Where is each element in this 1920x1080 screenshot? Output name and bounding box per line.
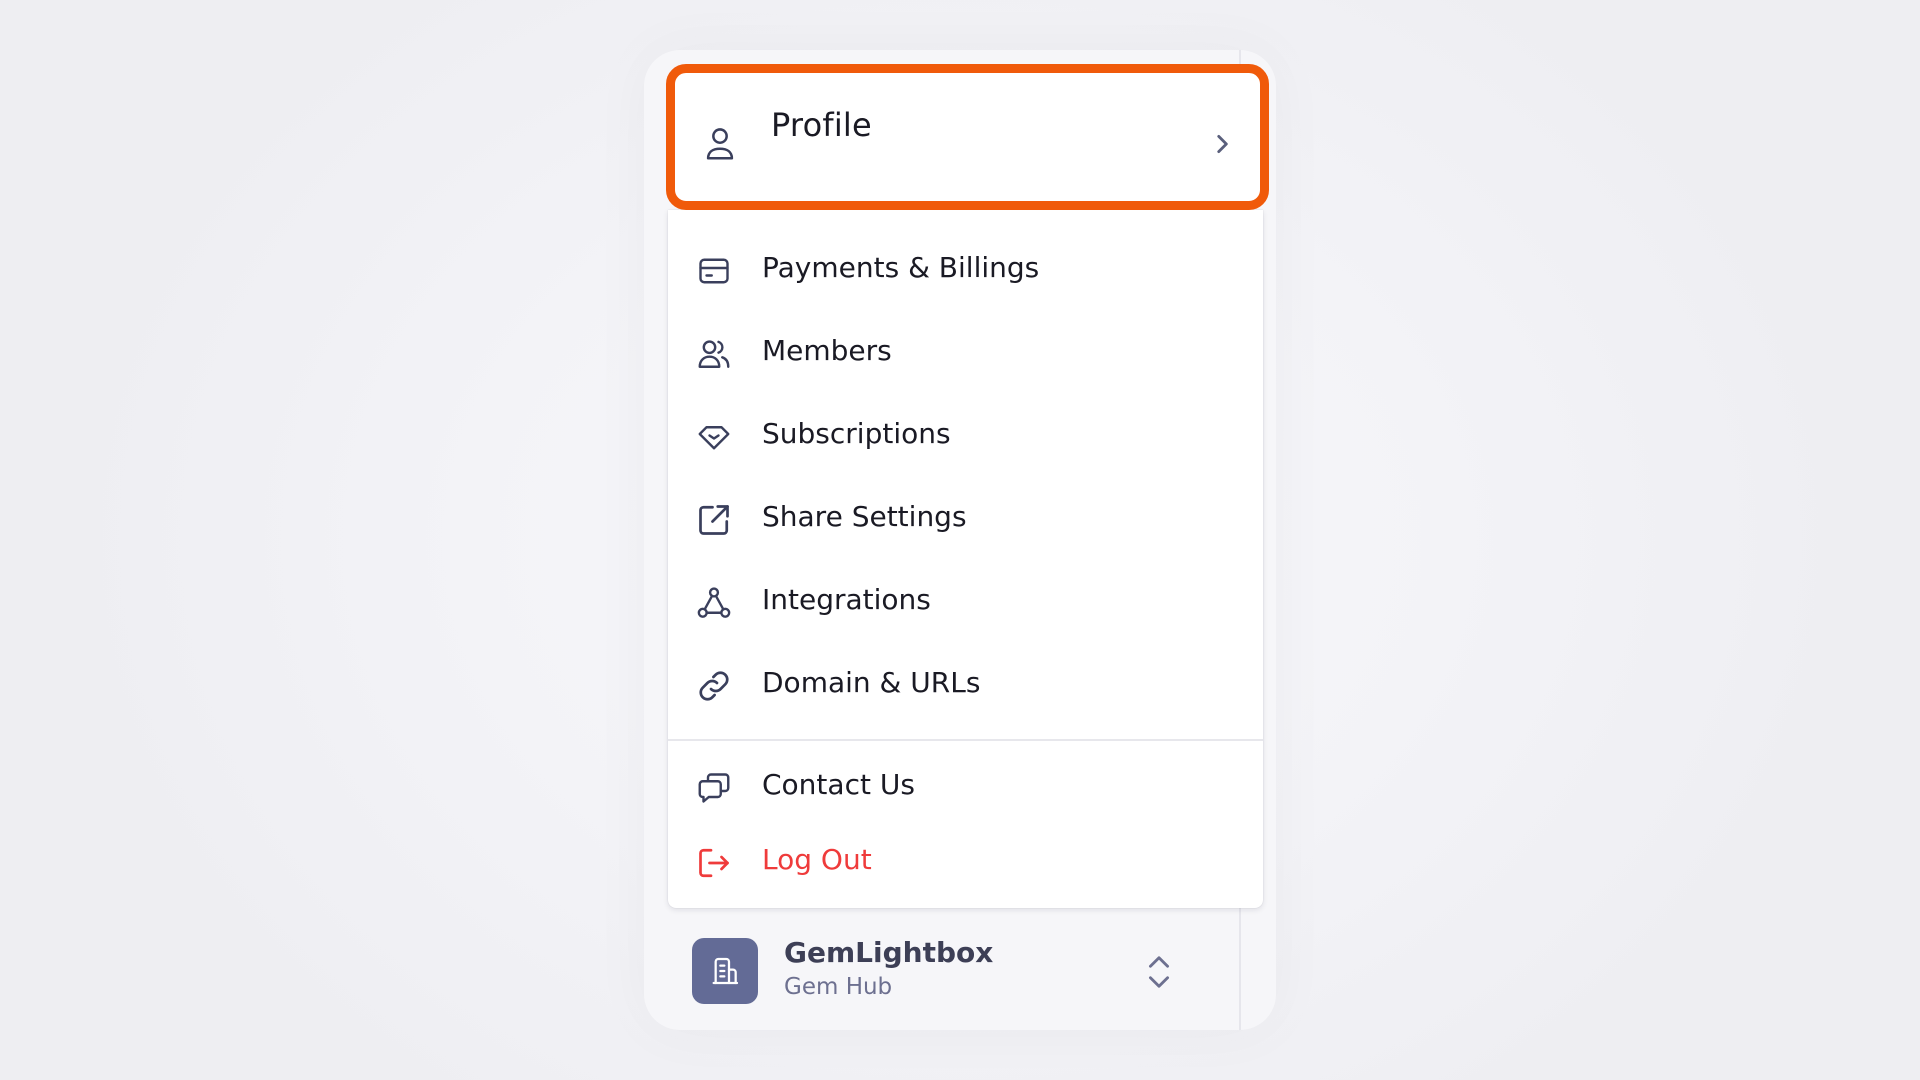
external-link-icon xyxy=(699,505,729,535)
menu-item-label: Subscriptions xyxy=(762,417,951,450)
profile-label: Profile xyxy=(771,106,872,144)
menu-item-label: Domain & URLs xyxy=(762,666,981,699)
workspace-avatar xyxy=(692,938,758,1004)
menu-item-label: Members xyxy=(762,334,892,367)
menu-item-label: Integrations xyxy=(762,583,931,616)
menu-item-contact-us[interactable]: Contact Us xyxy=(668,752,1263,822)
chevron-up-down-icon[interactable] xyxy=(1144,952,1174,992)
integration-nodes-icon xyxy=(697,587,731,618)
menu-item-domain-urls[interactable]: Domain & URLs xyxy=(668,650,1263,720)
logout-icon xyxy=(699,848,729,878)
menu-item-integrations[interactable]: Integrations xyxy=(668,567,1263,637)
menu-item-payments-billings[interactable]: Payments & Billings xyxy=(668,235,1263,305)
menu-item-share-settings[interactable]: Share Settings xyxy=(668,484,1263,554)
chevron-right-icon xyxy=(1217,135,1228,153)
menu-item-label: Share Settings xyxy=(762,500,967,533)
menu-item-label: Payments & Billings xyxy=(762,251,1040,284)
workspace-switcher[interactable]: GemLightbox Gem Hub xyxy=(668,930,1263,1020)
settings-menu: Payments & Billings Members Subscription… xyxy=(668,210,1263,908)
menu-item-log-out[interactable]: Log Out xyxy=(668,827,1263,897)
link-icon xyxy=(699,671,729,701)
screen-background: Payments & Billings Members Subscription… xyxy=(0,0,1920,1080)
menu-item-members[interactable]: Members xyxy=(668,318,1263,388)
building-icon xyxy=(712,957,739,985)
menu-item-label: Contact Us xyxy=(762,768,915,801)
workspace-name: GemLightbox xyxy=(784,936,994,969)
menu-divider xyxy=(668,739,1263,741)
users-icon xyxy=(698,340,730,368)
credit-card-icon xyxy=(699,258,729,284)
menu-item-subscriptions[interactable]: Subscriptions xyxy=(668,401,1263,471)
menu-item-label: Log Out xyxy=(762,843,872,876)
workspace-subtitle: Gem Hub xyxy=(784,974,893,1000)
chat-bubbles-icon xyxy=(698,773,730,803)
user-icon xyxy=(706,128,734,160)
diamond-icon xyxy=(698,426,730,450)
menu-item-profile[interactable]: Profile xyxy=(666,64,1269,210)
